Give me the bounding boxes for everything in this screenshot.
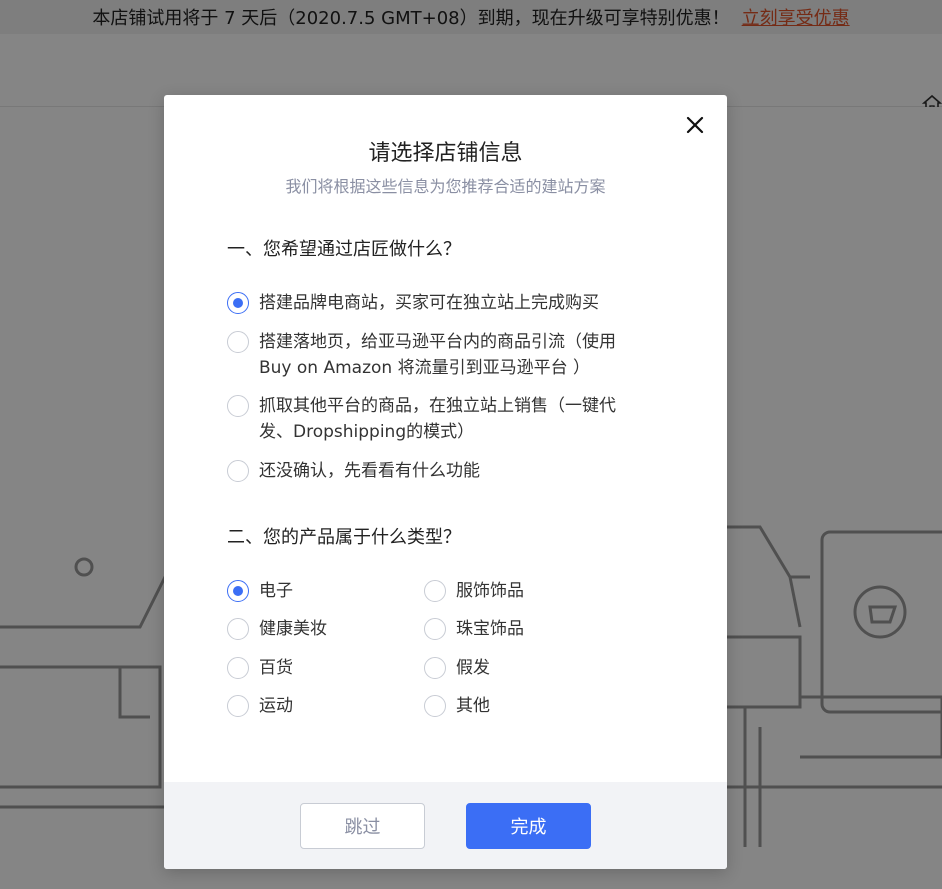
skip-button[interactable]: 跳过	[300, 803, 425, 849]
q2-option-general[interactable]: 百货	[227, 657, 293, 681]
option-label: 运动	[259, 696, 293, 716]
dialog-title: 请选择店铺信息	[368, 141, 523, 166]
done-button[interactable]: 完成	[466, 803, 591, 849]
radio-unchecked[interactable]	[227, 695, 249, 717]
radio-unchecked[interactable]	[424, 618, 446, 640]
option-label: 假发	[456, 658, 490, 678]
radio-unchecked[interactable]	[424, 657, 446, 679]
q2-option-electronics[interactable]: 电子	[227, 580, 293, 604]
radio-unchecked[interactable]	[227, 395, 249, 417]
option-label: 搭建品牌电商站，买家可在独立站上完成购买	[259, 293, 599, 313]
option-label: 其他	[456, 696, 490, 716]
q1-option-dropshipping[interactable]: 抓取其他平台的商品，在独立站上销售（一键代发、Dropshipping的模式）	[227, 395, 639, 445]
option-label: 服饰饰品	[456, 581, 524, 601]
option-label: 电子	[259, 581, 293, 601]
option-label: 还没确认，先看看有什么功能	[259, 461, 480, 481]
option-label: 健康美妆	[259, 619, 327, 639]
radio-checked[interactable]	[227, 580, 249, 602]
radio-unchecked[interactable]	[424, 580, 446, 602]
q1-option-undecided[interactable]: 还没确认，先看看有什么功能	[227, 460, 639, 484]
dialog-footer: 跳过 完成	[164, 782, 727, 869]
q2-option-other[interactable]: 其他	[424, 695, 490, 719]
q2-option-wigs[interactable]: 假发	[424, 657, 490, 681]
radio-unchecked[interactable]	[227, 460, 249, 482]
radio-unchecked[interactable]	[227, 331, 249, 353]
question1-title: 一、您希望通过店匠做什么？	[227, 239, 461, 260]
option-label: 抓取其他平台的商品，在独立站上销售（一键代发、Dropshipping的模式）	[259, 396, 616, 442]
radio-checked[interactable]	[227, 292, 249, 314]
question2-title: 二、您的产品属于什么类型？	[227, 527, 461, 548]
radio-unchecked[interactable]	[424, 695, 446, 717]
option-label: 珠宝饰品	[456, 619, 524, 639]
q2-option-health-beauty[interactable]: 健康美妆	[227, 618, 327, 642]
q1-option-brand-store[interactable]: 搭建品牌电商站，买家可在独立站上完成购买	[227, 292, 639, 316]
option-label: 百货	[259, 658, 293, 678]
q2-option-apparel[interactable]: 服饰饰品	[424, 580, 524, 604]
q1-option-landing-page[interactable]: 搭建落地页，给亚马逊平台内的商品引流（使用Buy on Amazon 将流量引到…	[227, 331, 639, 381]
radio-unchecked[interactable]	[227, 657, 249, 679]
option-label: 搭建落地页，给亚马逊平台内的商品引流（使用Buy on Amazon 将流量引到…	[259, 332, 616, 378]
close-icon[interactable]	[683, 113, 707, 137]
q2-option-sports[interactable]: 运动	[227, 695, 293, 719]
store-info-dialog: 请选择店铺信息 我们将根据这些信息为您推荐合适的建站方案 一、您希望通过店匠做什…	[164, 95, 727, 869]
q2-option-jewelry[interactable]: 珠宝饰品	[424, 618, 524, 642]
dialog-subtitle: 我们将根据这些信息为您推荐合适的建站方案	[285, 177, 606, 196]
radio-unchecked[interactable]	[227, 618, 249, 640]
